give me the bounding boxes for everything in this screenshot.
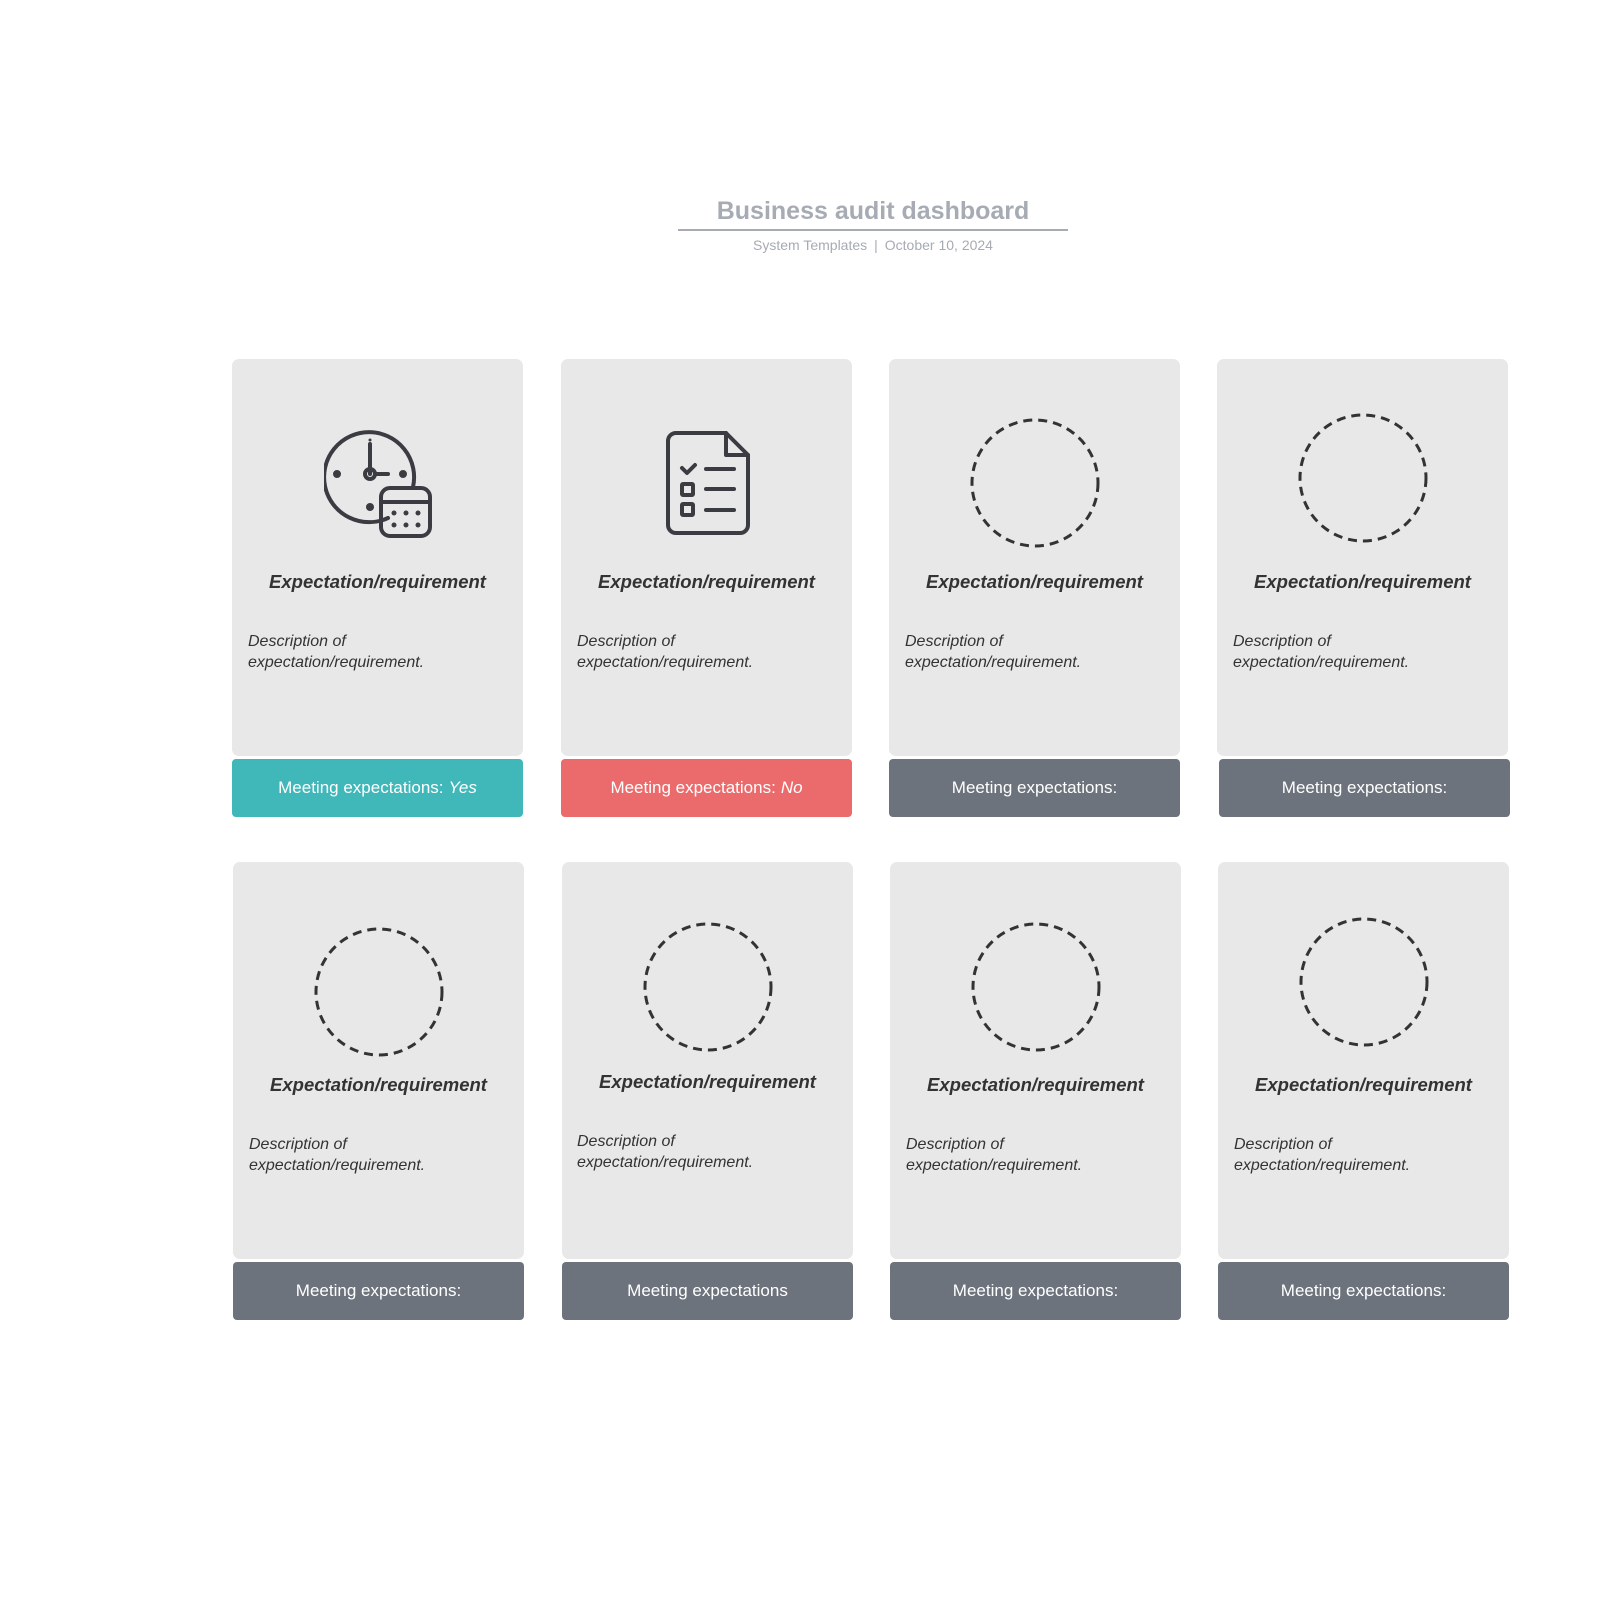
status-bar-empty[interactable]: Meeting expectations:: [1218, 1262, 1509, 1320]
card-title: Expectation/requirement: [927, 1074, 1144, 1095]
dashed-circle-placeholder-icon: [314, 927, 444, 1062]
status-bar-empty[interactable]: Meeting expectations: [562, 1262, 853, 1320]
card-title: Expectation/requirement: [1254, 571, 1471, 592]
card-title: Expectation/requirement: [599, 1071, 816, 1092]
card-description: Description of expectation/requirement.: [577, 633, 754, 671]
card-body: [232, 359, 523, 756]
card-description: Description of expectation/requirement.: [906, 1136, 1083, 1174]
dashed-circle-placeholder-icon: [970, 418, 1100, 553]
status-value: Yes: [448, 778, 477, 797]
status-label: Meeting expectations:: [610, 778, 776, 797]
status-label: Meeting expectations:: [952, 1281, 1119, 1300]
card-description: Description of expectation/requirement.: [1233, 633, 1410, 671]
card-description: Description of expectation/requirement.: [1234, 1136, 1411, 1174]
status-bar-empty[interactable]: Meeting expectations:: [890, 1262, 1181, 1320]
card-description: Description of expectation/requirement.: [248, 633, 425, 671]
status-label: Meeting expectations:: [1280, 1281, 1447, 1300]
dashed-circle-placeholder-icon: [1299, 917, 1429, 1052]
status-bar-no[interactable]: Meeting expectations: No: [561, 759, 852, 817]
checklist-document-icon: [664, 431, 750, 542]
status-label: Meeting expectations: [627, 1281, 788, 1300]
card-description: Description of expectation/requirement.: [249, 1136, 426, 1174]
status-label: Meeting expectations:: [951, 778, 1118, 797]
dashed-circle-placeholder-icon: [971, 922, 1101, 1057]
card-description: Description of expectation/requirement.: [577, 1133, 754, 1171]
subtitle-separator: |: [874, 237, 878, 253]
status-bar-empty[interactable]: Meeting expectations:: [889, 759, 1180, 817]
author-label: System Templates: [753, 237, 868, 253]
status-bar-yes[interactable]: Meeting expectations: Yes: [232, 759, 523, 817]
clock-calendar-icon: [321, 429, 436, 546]
status-bar-empty[interactable]: Meeting expectations:: [233, 1262, 524, 1320]
date-label: October 10, 2024: [884, 237, 993, 253]
card-body: [561, 359, 852, 756]
dashboard-header: Business audit dashboard System Template…: [678, 196, 1068, 253]
card-title: Expectation/requirement: [926, 571, 1143, 592]
status-label: Meeting expectations:: [1281, 778, 1448, 797]
dashed-circle-placeholder-icon: [1298, 413, 1428, 548]
status-label: Meeting expectations:: [278, 778, 444, 797]
card-title: Expectation/requirement: [1255, 1074, 1472, 1095]
page-title: Business audit dashboard: [678, 196, 1068, 231]
card-description: Description of expectation/requirement.: [905, 633, 1082, 671]
page-subtitle: System Templates | October 10, 2024: [678, 237, 1068, 253]
status-bar-empty[interactable]: Meeting expectations:: [1219, 759, 1510, 817]
card-title: Expectation/requirement: [269, 571, 486, 592]
status-value: No: [780, 778, 803, 797]
card-title: Expectation/requirement: [270, 1074, 487, 1095]
card-title: Expectation/requirement: [598, 571, 815, 592]
status-label: Meeting expectations:: [295, 1281, 462, 1300]
dashed-circle-placeholder-icon: [643, 922, 773, 1057]
